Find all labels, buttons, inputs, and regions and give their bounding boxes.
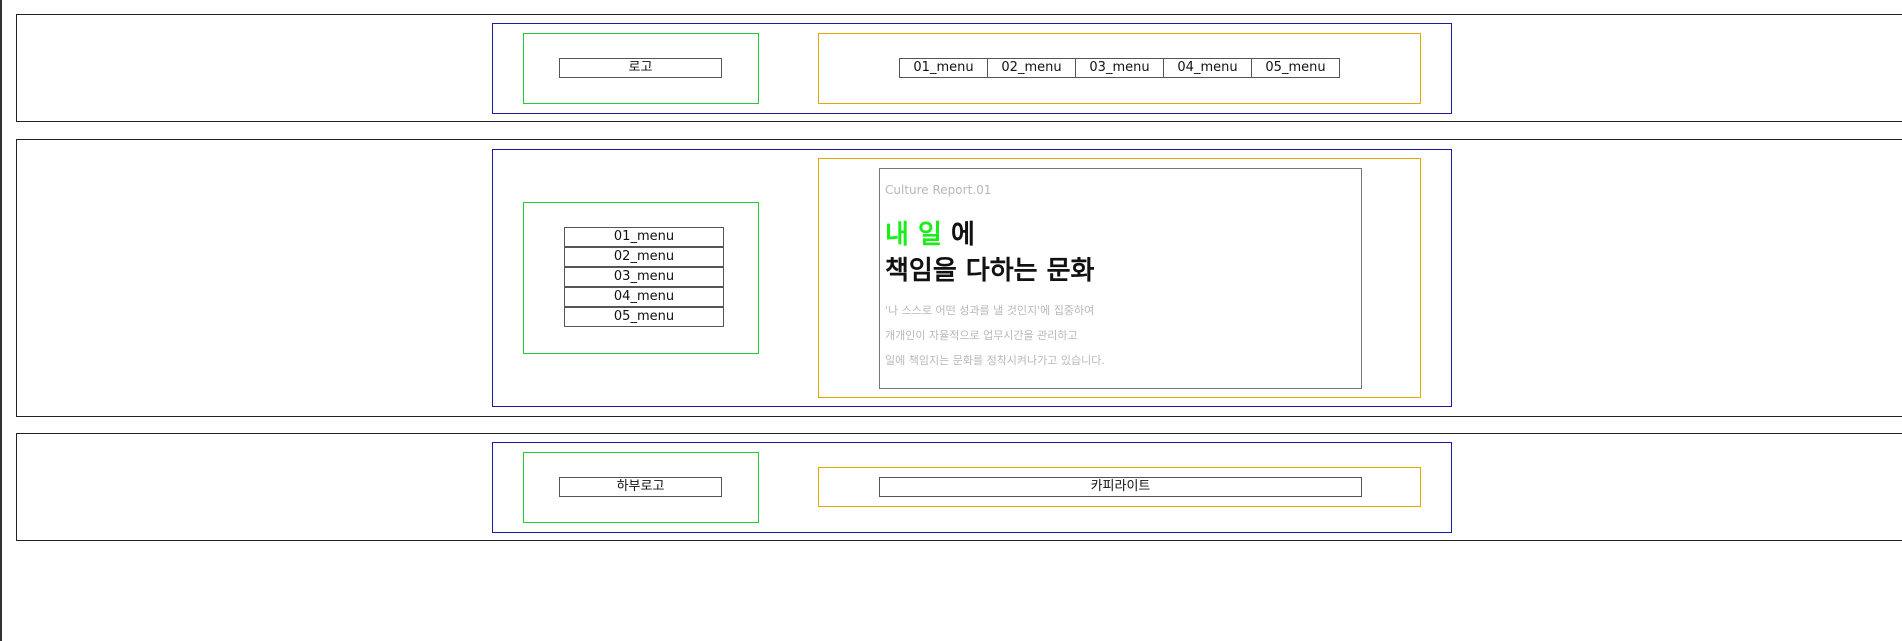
report-desc-line-3: 일에 책임지는 문화를 정착시켜나가고 있습니다. [885, 354, 1105, 367]
footer-section: 하부로고 카피라이트 [16, 433, 1902, 541]
footer-logo[interactable]: 하부로고 [559, 477, 722, 497]
top-nav-item-02[interactable]: 02_menu [987, 58, 1076, 78]
footer-wrapper: 하부로고 카피라이트 [492, 442, 1452, 533]
side-nav-item-04[interactable]: 04_menu [564, 287, 724, 307]
top-nav-item-05[interactable]: 05_menu [1251, 58, 1340, 78]
headline-line2: 책임을 다하는 문화 [885, 256, 1095, 286]
header-section: 로고 01_menu 02_menu 03_menu 04_menu 05_me… [16, 14, 1902, 122]
report-eyebrow: Culture Report.01 [885, 183, 992, 197]
top-nav-item-04[interactable]: 04_menu [1163, 58, 1252, 78]
headline-accent: 내 일 [885, 220, 942, 250]
header-wrapper: 로고 01_menu 02_menu 03_menu 04_menu 05_me… [492, 23, 1452, 114]
copyright-area: 카피라이트 [818, 467, 1421, 507]
headline-rest: 에 [950, 220, 975, 250]
page-left-border [0, 0, 2, 641]
side-nav-item-03[interactable]: 03_menu [564, 267, 724, 287]
side-nav-item-01[interactable]: 01_menu [564, 227, 724, 247]
main-section: 01_menu 02_menu 03_menu 04_menu 05_menu … [16, 139, 1902, 417]
report-desc-line-1: '나 스스로 어떤 성과를 낼 것인지'에 집중하여 [885, 304, 1095, 317]
header-logo-area: 로고 [523, 33, 759, 104]
header-logo[interactable]: 로고 [559, 58, 722, 78]
side-nav-area: 01_menu 02_menu 03_menu 04_menu 05_menu [523, 202, 759, 354]
top-nav-item-03[interactable]: 03_menu [1075, 58, 1164, 78]
report-headline: 내 일 에 책임을 다하는 문화 [885, 217, 1094, 289]
side-nav: 01_menu 02_menu 03_menu 04_menu 05_menu [564, 227, 724, 327]
top-nav-item-01[interactable]: 01_menu [899, 58, 988, 78]
header-nav-area: 01_menu 02_menu 03_menu 04_menu 05_menu [818, 33, 1421, 104]
footer-logo-area: 하부로고 [523, 452, 759, 523]
content-area: Culture Report.01 내 일 에 책임을 다하는 문화 '나 스스… [818, 158, 1421, 398]
top-nav: 01_menu 02_menu 03_menu 04_menu 05_menu [899, 58, 1340, 78]
main-wrapper: 01_menu 02_menu 03_menu 04_menu 05_menu … [492, 149, 1452, 407]
copyright-text: 카피라이트 [879, 477, 1362, 497]
report-desc-line-2: 개개인이 자율적으로 업무시간을 관리하고 [885, 329, 1078, 342]
side-nav-item-02[interactable]: 02_menu [564, 247, 724, 267]
side-nav-item-05[interactable]: 05_menu [564, 307, 724, 327]
culture-report-card: Culture Report.01 내 일 에 책임을 다하는 문화 '나 스스… [879, 168, 1362, 389]
